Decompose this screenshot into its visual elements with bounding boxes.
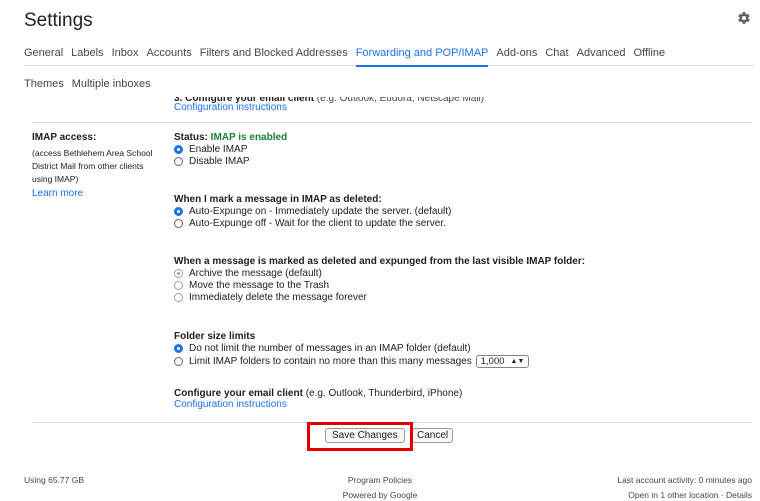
account-activity: Last account activity: 0 minutes ago Ope… [617,473,752,501]
tab-add-ons[interactable]: Add-ons [496,40,537,66]
status-prefix: Status: [174,132,211,143]
enable-imap-option[interactable]: Enable IMAP [174,143,287,155]
configure-client-heading: Configure your email client (e.g. Outloo… [174,388,462,399]
tab-accounts[interactable]: Accounts [146,40,191,66]
imap-status: Status: IMAP is enabled [174,132,287,143]
last-activity-text: Last account activity: 0 minutes ago [617,475,752,485]
deleted-section: When I mark a message in IMAP as deleted… [174,194,451,229]
archive-label: Archive the message (default) [189,267,322,279]
imap-access-label-column: IMAP access: (access Bethlehem Area Scho… [32,132,162,199]
message-limit-value: 1,000 [480,355,505,367]
learn-more-link[interactable]: Learn more [32,188,162,199]
no-limit-option[interactable]: Do not limit the number of messages in a… [174,342,529,354]
section-divider [32,122,752,123]
folder-limits-heading: Folder size limits [174,331,256,342]
configure-partial-rest: (e.g. Outlook, Eudora, Netscape Mail) [314,93,485,104]
save-changes-button[interactable]: Save Changes [325,428,405,443]
message-limit-select[interactable]: 1,000 ▲▼ [475,354,530,368]
radio-checked-disabled-icon[interactable] [174,268,183,278]
tabs-row-1: General Labels Inbox Accounts Filters an… [24,40,754,67]
expunged-section: When a message is marked as deleted and … [174,256,585,303]
move-to-trash-option[interactable]: Move the message to the Trash [174,279,585,291]
cancel-button[interactable]: Cancel [412,428,454,443]
tab-chat[interactable]: Chat [545,40,568,66]
radio-unchecked-icon[interactable] [174,292,183,302]
no-limit-label: Do not limit the number of messages in a… [189,342,471,354]
delete-forever-option[interactable]: Immediately delete the message forever [174,291,585,303]
radio-unchecked-icon[interactable] [174,356,183,366]
radio-unchecked-icon[interactable] [174,218,183,228]
auto-expunge-on-option[interactable]: Auto-Expunge on - Immediately update the… [174,205,451,217]
limit-folders-label: Limit IMAP folders to contain no more th… [189,355,472,367]
page-title: Settings [24,10,93,31]
imap-status-section: Status: IMAP is enabled Enable IMAP Disa… [174,132,287,167]
imap-access-description: (access Bethlehem Area School District M… [32,147,162,186]
tab-advanced[interactable]: Advanced [577,40,626,66]
tab-filters[interactable]: Filters and Blocked Addresses [200,40,348,66]
configure-client-bold: Configure your email client [174,388,303,399]
other-location-details-link[interactable]: Open in 1 other location · Details [617,488,752,501]
gear-icon[interactable] [737,11,751,25]
tab-labels[interactable]: Labels [71,40,103,66]
disable-imap-option[interactable]: Disable IMAP [174,155,287,167]
auto-expunge-off-label: Auto-Expunge off - Wait for the client t… [189,217,446,229]
move-to-trash-label: Move the message to the Trash [189,279,330,291]
radio-checked-icon[interactable] [174,343,183,353]
select-arrows-icon: ▲▼ [510,357,525,365]
tab-inbox[interactable]: Inbox [112,40,139,66]
limit-folders-option[interactable]: Limit IMAP folders to contain no more th… [174,354,530,368]
configure-client-section: Configure your email client (e.g. Outloo… [174,388,462,410]
expunged-heading: When a message is marked as deleted and … [174,256,586,267]
deleted-heading: When I mark a message in IMAP as deleted… [174,194,382,205]
tab-forwarding-pop-imap[interactable]: Forwarding and POP/IMAP [355,40,488,67]
imap-desc-line: (access Bethlehem Area School [32,148,153,158]
configuration-instructions-link-top[interactable]: Configuration instructions [174,102,287,113]
configuration-instructions-link[interactable]: Configuration instructions [174,399,462,410]
radio-unchecked-icon[interactable] [174,280,183,290]
status-value: IMAP is enabled [210,132,288,143]
radio-checked-icon[interactable] [174,144,183,154]
action-bar: Save Changes Cancel [0,422,760,451]
disable-imap-label: Disable IMAP [189,155,250,167]
tab-offline[interactable]: Offline [634,40,666,66]
tab-general[interactable]: General [24,40,63,66]
imap-access-label: IMAP access: [32,132,97,143]
configure-client-rest: (e.g. Outlook, Thunderbird, iPhone) [302,388,463,399]
imap-desc-line: District Mail from other clients [32,161,144,171]
tab-multiple-inboxes[interactable]: Multiple inboxes [72,71,151,97]
imap-desc-line: using IMAP) [32,174,79,184]
tab-themes[interactable]: Themes [24,71,64,97]
radio-unchecked-icon[interactable] [174,156,183,166]
radio-checked-icon[interactable] [174,206,183,216]
enable-imap-label: Enable IMAP [189,143,248,155]
folder-limits-section: Folder size limits Do not limit the numb… [174,331,530,368]
auto-expunge-on-label: Auto-Expunge on - Immediately update the… [189,205,452,217]
tabs-row-2: Themes Multiple inboxes [24,74,754,94]
auto-expunge-off-option[interactable]: Auto-Expunge off - Wait for the client t… [174,217,451,229]
delete-forever-label: Immediately delete the message forever [189,291,367,303]
archive-option[interactable]: Archive the message (default) [174,267,585,279]
settings-tabs: General Labels Inbox Accounts Filters an… [24,40,754,94]
